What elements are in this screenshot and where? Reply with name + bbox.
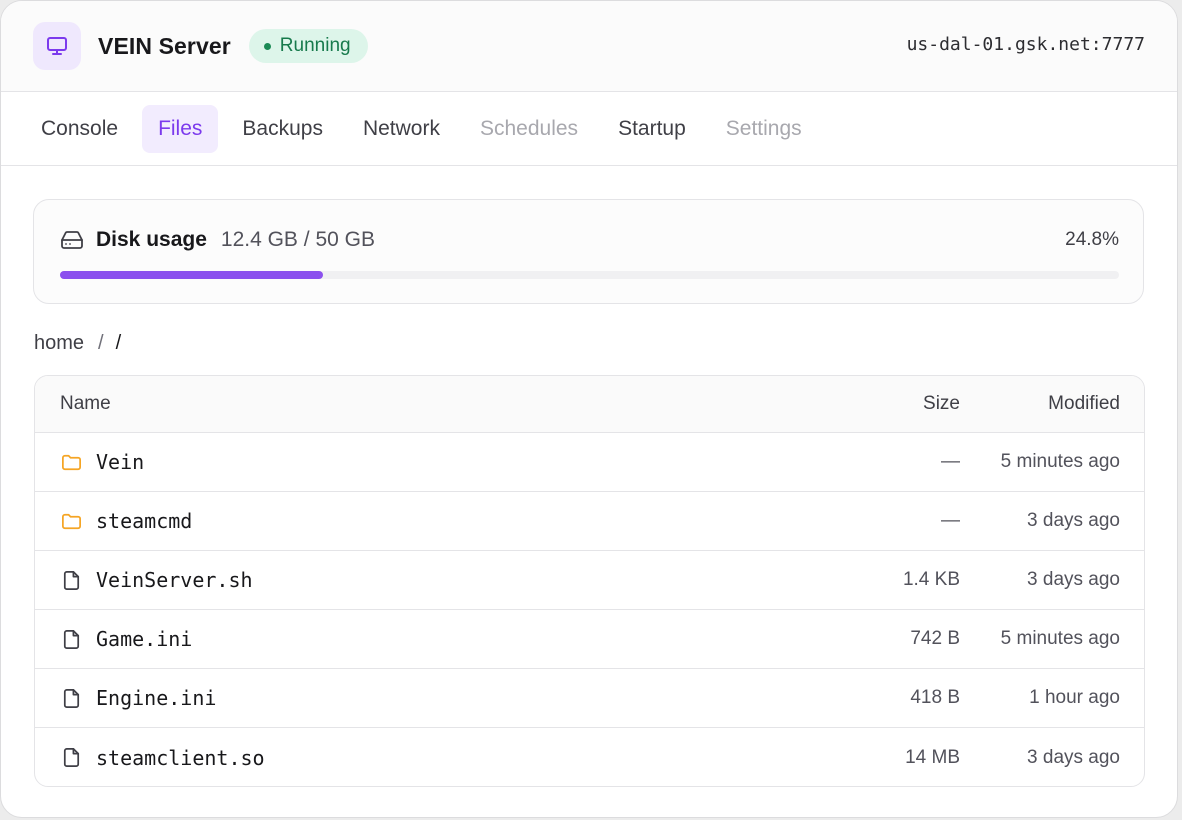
file-name-cell: steamcmd: [35, 509, 800, 533]
file-name[interactable]: VeinServer.sh: [96, 568, 253, 592]
disk-usage-card: Disk usage 12.4 GB / 50 GB 24.8%: [33, 199, 1144, 304]
file-modified: 3 days ago: [1027, 746, 1120, 768]
tab-schedules: Schedules: [479, 116, 579, 140]
hard-drive-icon: [60, 228, 84, 252]
file-table: Name Size Modified Vein — 5 minutes ago ste…: [34, 375, 1145, 787]
file-icon: [60, 569, 83, 592]
disk-usage-title: Disk usage: [96, 228, 207, 251]
file-icon: [60, 628, 83, 651]
table-header: Name Size Modified: [35, 376, 1144, 433]
table-row[interactable]: Game.ini 742 B 5 minutes ago: [35, 610, 1144, 669]
file-name-cell: steamclient.so: [35, 746, 800, 770]
folder-icon: [60, 451, 83, 474]
file-size: 1.4 KB: [902, 569, 960, 590]
server-header: VEIN Server Running us-dal-01.gsk.net:77…: [1, 1, 1177, 92]
file-name-cell: Game.ini: [35, 627, 800, 651]
file-modified: 5 minutes ago: [1000, 451, 1120, 472]
file-name-cell: VeinServer.sh: [35, 568, 800, 592]
server-address: us-dal-01.gsk.net:7777: [906, 34, 1145, 55]
file-icon: [60, 687, 83, 710]
folder-icon: [60, 510, 83, 533]
server-name: VEIN Server: [98, 32, 231, 59]
file-name[interactable]: steamcmd: [96, 509, 192, 533]
file-size: —: [941, 510, 960, 531]
file-name-cell: Engine.ini: [35, 686, 800, 710]
tab-console[interactable]: Console: [25, 105, 134, 153]
file-name[interactable]: Engine.ini: [96, 686, 216, 710]
file-name[interactable]: Game.ini: [96, 627, 192, 651]
tab-startup[interactable]: Startup: [602, 105, 702, 153]
app-window: VEIN Server Running us-dal-01.gsk.net:77…: [0, 0, 1178, 818]
column-header-name[interactable]: Name: [35, 393, 800, 415]
status-dot-icon: [263, 42, 271, 50]
file-size: 418 B: [910, 687, 960, 708]
tab-backups[interactable]: Backups: [226, 105, 339, 153]
file-size: 14 MB: [905, 746, 960, 768]
status-label: Running: [279, 35, 351, 56]
breadcrumb-separator: /: [98, 332, 104, 354]
status-badge: Running: [248, 29, 368, 63]
file-size: —: [941, 451, 960, 472]
file-modified: 3 days ago: [1027, 510, 1120, 531]
file-name[interactable]: steamclient.so: [96, 746, 265, 770]
disk-usage-percent: 24.8%: [1065, 229, 1119, 250]
tab-settings: Settings: [725, 116, 802, 140]
breadcrumb: home / /: [34, 332, 121, 355]
table-row[interactable]: Vein — 5 minutes ago: [35, 433, 1144, 492]
tab-network[interactable]: Network: [347, 105, 456, 153]
file-modified: 1 hour ago: [1029, 687, 1120, 708]
disk-usage-fill: [60, 271, 323, 279]
file-icon: [60, 746, 83, 769]
table-row[interactable]: VeinServer.sh 1.4 KB 3 days ago: [35, 551, 1144, 610]
table-row[interactable]: Engine.ini 418 B 1 hour ago: [35, 669, 1144, 728]
tab-bar: Console Files Backups Network Schedules Start…: [1, 92, 1177, 166]
breadcrumb-current: /: [115, 332, 122, 354]
file-modified: 3 days ago: [1027, 569, 1120, 590]
file-name-cell: Vein: [35, 450, 800, 474]
disk-usage-bar: [60, 271, 1119, 279]
monitor-icon: [33, 22, 81, 70]
table-row[interactable]: steamclient.so 14 MB 3 days ago: [35, 728, 1144, 786]
file-size: 742 B: [910, 628, 960, 649]
file-name[interactable]: Vein: [96, 450, 144, 474]
file-modified: 5 minutes ago: [1000, 628, 1120, 649]
column-header-modified[interactable]: Modified: [960, 393, 1144, 415]
table-row[interactable]: steamcmd — 3 days ago: [35, 492, 1144, 551]
table-body: Vein —5 minutes ago steamcmd —3 days ago Vei…: [35, 433, 1144, 786]
column-header-size[interactable]: Size: [800, 393, 960, 415]
tab-files[interactable]: Files: [142, 104, 219, 153]
breadcrumb-home[interactable]: home: [34, 332, 84, 355]
disk-usage-value: 12.4 GB / 50 GB: [220, 228, 375, 251]
